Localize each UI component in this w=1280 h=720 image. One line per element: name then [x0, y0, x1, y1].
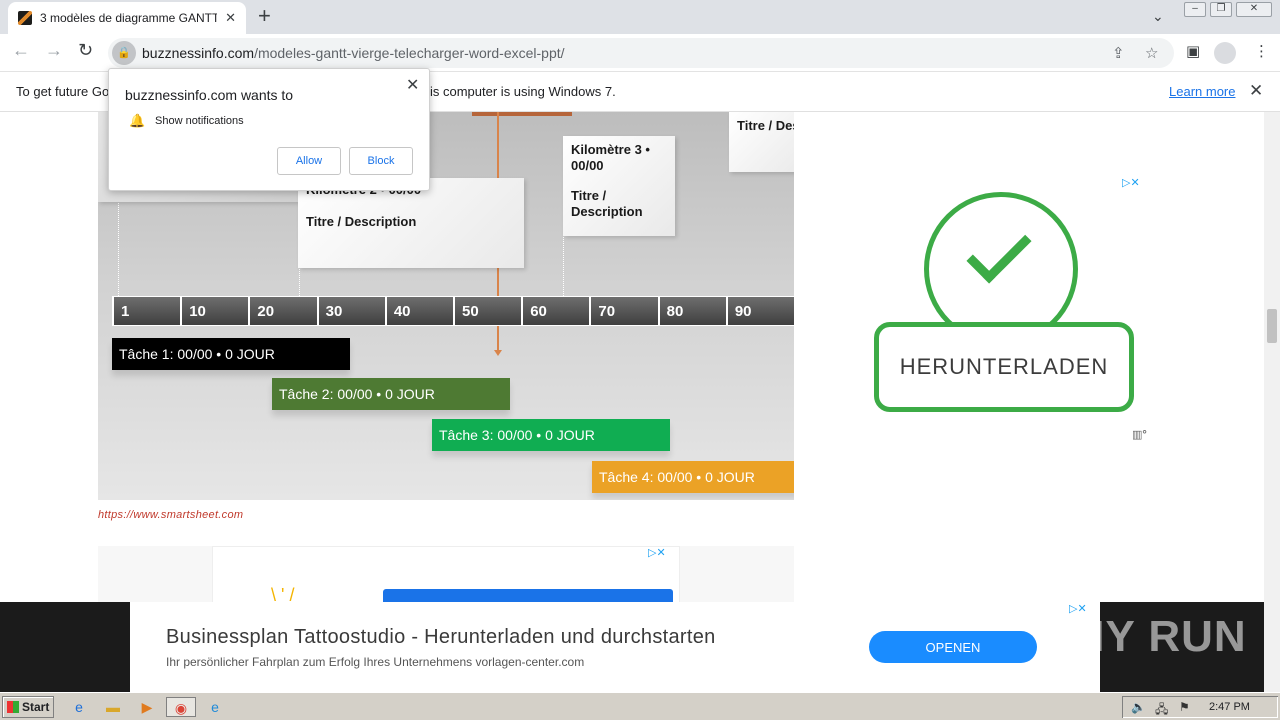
inline-ad-frame[interactable]: \ ' /: [212, 546, 680, 602]
infobar-message-start: To get future Go: [16, 84, 110, 99]
milestone-dotted-line: [118, 192, 119, 300]
popup-close-icon[interactable]: ✕: [406, 75, 419, 95]
chrome-taskbar-icon[interactable]: ◉: [166, 697, 196, 717]
page-scrollbar[interactable]: [1264, 112, 1280, 692]
milestone-card-heading: Kilomètre 3 • 00/00: [571, 142, 650, 173]
ruler-tick: 1: [112, 297, 181, 325]
ruler-tick: 70: [589, 297, 658, 325]
ad-button-shape[interactable]: [383, 589, 673, 602]
system-tray: 🔈 🖧 ⚑ 2:47 PM: [1122, 696, 1278, 718]
ruler-tick: 80: [657, 297, 726, 325]
ruler-tick: 20: [248, 297, 317, 325]
profile-avatar[interactable]: [1214, 42, 1236, 64]
task-bar-2: Tâche 2: 00/00 • 0 JOUR: [272, 378, 510, 410]
forward-arrow-icon[interactable]: →: [45, 40, 63, 61]
lock-icon[interactable]: 🔒: [112, 41, 136, 65]
popup-permission-text: Show notifications: [155, 115, 244, 127]
timeline-arrowhead: [494, 350, 502, 356]
milestone-card-2: Kilomètre 2 • 00/00 Titre / Description: [298, 178, 524, 268]
ruler-tick: 40: [384, 297, 454, 325]
reload-icon[interactable]: ↻: [78, 40, 93, 61]
download-ad-label[interactable]: HERUNTERLADEN: [874, 322, 1134, 412]
new-tab-button[interactable]: +: [258, 5, 271, 27]
milestone-card-text: Titre / Description: [306, 214, 417, 229]
milestone-card-heading: Titre / Des: [737, 118, 794, 133]
start-button[interactable]: Start: [2, 696, 54, 718]
block-button[interactable]: Block: [349, 147, 413, 175]
milestone-card-text: Titre / Description: [571, 188, 643, 219]
learn-more-link[interactable]: Learn more: [1169, 84, 1235, 99]
file-explorer-icon[interactable]: ▬: [102, 697, 124, 717]
tab-title: 3 modèles de diagramme GANTT vierge: [39, 11, 218, 25]
tab-strip: 3 modèles de diagramme GANTT vierge ✕ + …: [0, 0, 1280, 34]
bell-icon: 🔔: [129, 113, 146, 128]
back-arrow-icon[interactable]: ←: [12, 40, 30, 61]
site-favicon-icon: [18, 11, 32, 25]
ad-headline[interactable]: Businessplan Tattoostudio - Herunterlade…: [166, 626, 716, 649]
notification-permission-popup: buzznessinfo.com wants to ✕ 🔔 Show notif…: [108, 68, 430, 191]
clock[interactable]: 2:47 PM: [1209, 701, 1250, 713]
ruler-tick: 90: [725, 297, 794, 325]
timeline-ruler: 1 10 20 30 40 50 60 70 80 90: [112, 296, 794, 326]
bottom-ad-box[interactable]: Businessplan Tattoostudio - Herunterlade…: [130, 602, 1100, 692]
media-player-icon[interactable]: ▶: [136, 697, 158, 717]
task-bar-3: Tâche 3: 00/00 • 0 JOUR: [432, 419, 670, 451]
inline-ad[interactable]: \ ' / ▷✕: [98, 546, 794, 602]
browser-tab[interactable]: 3 modèles de diagramme GANTT vierge ✕: [8, 2, 246, 34]
milestone-dotted-line: [563, 232, 564, 300]
address-bar[interactable]: 🔒 buzznessinfo.com/modeles-gantt-vierge-…: [108, 38, 1174, 68]
adchoices-icon[interactable]: ▷✕: [1122, 176, 1140, 189]
milestone-card-4: Titre / Des: [729, 112, 794, 172]
browser-toolbar: ← → ↻ 🔒 buzznessinfo.com/modeles-gantt-v…: [0, 34, 1280, 72]
bookmark-star-icon[interactable]: ☆: [1145, 44, 1158, 62]
scrollbar-thumb[interactable]: [1267, 309, 1277, 343]
checkmark-icon: [966, 218, 1032, 284]
start-label: Start: [22, 700, 50, 714]
share-icon[interactable]: ⇪: [1112, 44, 1125, 62]
internet-explorer-icon[interactable]: e: [68, 697, 90, 717]
windows-taskbar: Start e ▬ ▶ ◉ e 🔈 🖧 ⚑ 2:47 PM: [0, 692, 1280, 720]
anyrun-watermark: ANY RUN: [1040, 612, 1247, 661]
ad-open-button[interactable]: OPENEN: [869, 631, 1037, 663]
volume-icon[interactable]: 🔈: [1131, 700, 1146, 714]
window-close-button[interactable]: ✕: [1236, 2, 1272, 17]
infobar-message-end: is computer is using Windows 7.: [430, 84, 616, 99]
action-center-flag-icon[interactable]: ⚑: [1179, 700, 1190, 714]
popup-title: buzznessinfo.com wants to: [125, 87, 294, 103]
tab-close-icon[interactable]: ✕: [225, 10, 236, 26]
network-icon[interactable]: 🖧: [1155, 700, 1168, 720]
ruler-tick: 10: [180, 297, 249, 325]
ruler-tick: 60: [521, 297, 590, 325]
ruler-tick: 50: [453, 297, 522, 325]
windows-flag-icon: [7, 701, 19, 713]
milestone-marker: [472, 112, 572, 116]
menu-kebab-icon[interactable]: ⋮: [1254, 42, 1269, 60]
infobar-close-icon[interactable]: ✕: [1249, 81, 1263, 101]
milestone-card-3: Kilomètre 3 • 00/00 Titre / Description: [563, 136, 675, 236]
restore-button[interactable]: ❐: [1210, 2, 1232, 17]
ad-subline: Ihr persönlicher Fahrplan zum Erfolg Ihr…: [166, 655, 585, 669]
edge-icon[interactable]: e: [204, 697, 226, 717]
task-bar-1: Tâche 1: 00/00 • 0 JOUR: [112, 338, 350, 370]
ad-graphic-icon: \ ' /: [271, 585, 295, 602]
ruler-tick: 30: [316, 297, 385, 325]
download-ad[interactable]: HERUNTERLADEN: [872, 192, 1134, 412]
allow-button[interactable]: Allow: [277, 147, 341, 175]
minimize-button[interactable]: –: [1184, 2, 1206, 17]
url-text[interactable]: buzznessinfo.com/modeles-gantt-vierge-te…: [142, 45, 565, 61]
task-bar-4: Tâche 4: 00/00 • 0 JOUR: [592, 461, 794, 493]
image-source-link[interactable]: https://www.smartsheet.com: [98, 509, 243, 521]
ad-network-logo-icon: ▥°: [1132, 429, 1147, 441]
tab-search-chevron-icon[interactable]: ⌄: [1152, 8, 1164, 25]
side-panel-icon[interactable]: ▣: [1186, 42, 1200, 60]
adchoices-icon[interactable]: ▷✕: [648, 546, 666, 559]
